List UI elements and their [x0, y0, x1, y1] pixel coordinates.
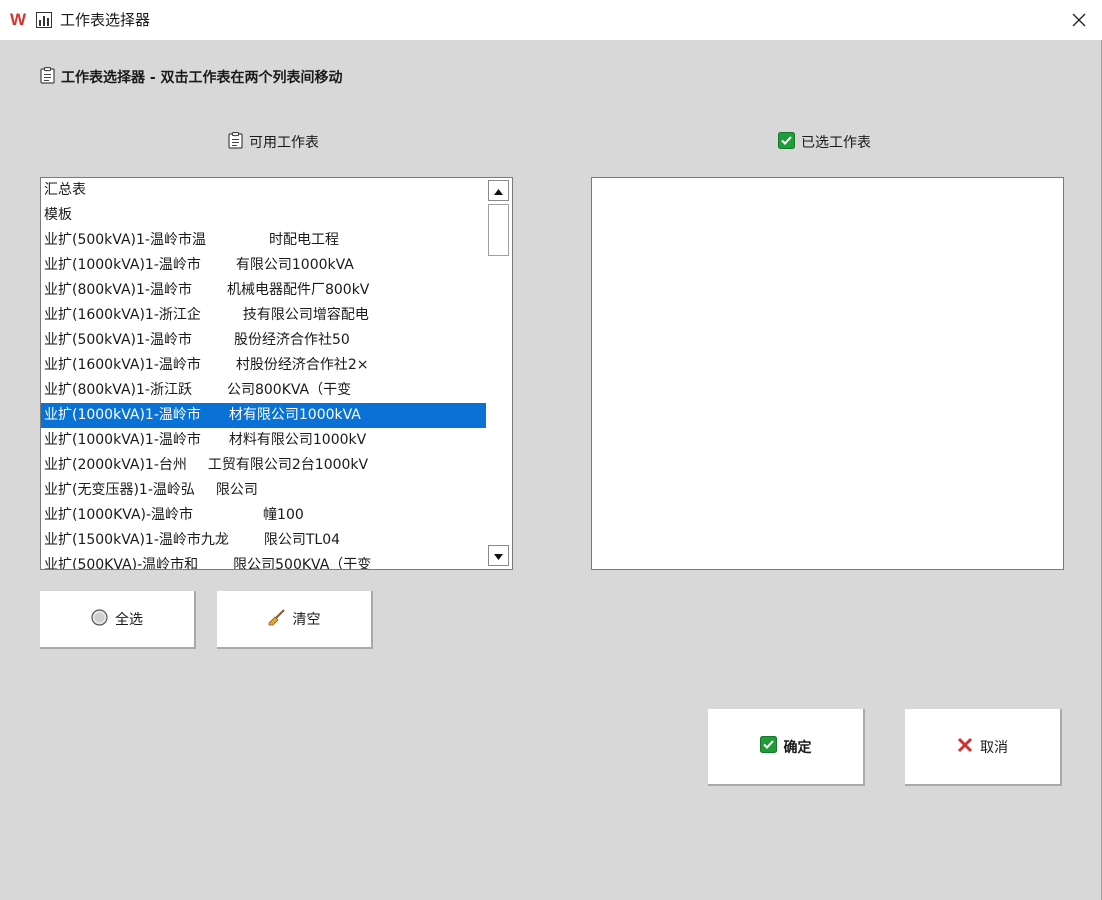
triangle-down-icon: [494, 548, 503, 564]
dialog-window: W 工作表选择器 工作表选择器 - 双击工作表在两个列表间移动 可用工作表 已选…: [0, 0, 1102, 900]
list-item[interactable]: 业扩(1000kVA)1-温岭市 材料有限公司1000kV: [41, 428, 486, 453]
triangle-up-icon: [494, 183, 503, 199]
scroll-up-button[interactable]: [488, 180, 509, 201]
broom-icon: [268, 608, 286, 630]
clear-button[interactable]: 清空: [217, 591, 373, 649]
cancel-button[interactable]: 取消: [905, 709, 1062, 786]
selected-sheets-list[interactable]: [591, 177, 1064, 570]
list-item[interactable]: 业扩(2000kVA)1-台州 工贸有限公司2台1000kV: [41, 453, 486, 478]
list-item[interactable]: 业扩(500kVA)1-温岭市温 时配电工程: [41, 228, 486, 253]
list-item[interactable]: 业扩(1000kVA)1-温岭市 有限公司1000kVA: [41, 253, 486, 278]
select-all-label: 全选: [115, 612, 143, 628]
available-list-label-text: 可用工作表: [249, 135, 319, 151]
list-item[interactable]: 业扩(800kVA)1-浙江跃 公司800KVA（干变: [41, 378, 486, 403]
clipboard-icon: [228, 131, 243, 153]
green-check-icon: [759, 736, 777, 757]
title-bar: W 工作表选择器: [0, 0, 1102, 40]
list-item[interactable]: 业扩(1600kVA)1-温岭市 村股份经济合作社2×: [41, 353, 486, 378]
close-icon[interactable]: [1056, 0, 1102, 40]
list-item[interactable]: 业扩(1000kVA)1-温岭市 材有限公司1000kVA: [41, 403, 486, 428]
list-item[interactable]: 业扩(800kVA)1-温岭市 机械电器配件厂800kV: [41, 278, 486, 303]
window-title: 工作表选择器: [60, 11, 151, 29]
available-sheets-list[interactable]: 汇总表 模板 业扩(500kVA)1-温岭市温 时配电工程 业扩(1000kVA)1-…: [40, 177, 513, 570]
list-item[interactable]: 业扩(1000KVA)-温岭市 幢100: [41, 503, 486, 528]
cancel-label: 取消: [980, 739, 1008, 756]
list-item[interactable]: 业扩(1600kVA)1-浙江企 技有限公司增容配电: [41, 303, 486, 328]
select-all-button[interactable]: 全选: [40, 591, 196, 649]
bar-chart-icon: [36, 12, 52, 28]
ok-label: 确定: [783, 739, 812, 756]
green-check-icon: [778, 131, 795, 153]
list-item[interactable]: 业扩(500KVA)-温岭市和 限公司500KVA（干变: [41, 553, 486, 569]
ok-button[interactable]: 确定: [708, 709, 865, 786]
available-sheets-items: 汇总表 模板 业扩(500kVA)1-温岭市温 时配电工程 业扩(1000kVA)1-…: [41, 178, 486, 569]
selected-list-label: 已选工作表: [778, 131, 871, 153]
list-item[interactable]: 业扩(无变压器)1-温岭弘 限公司: [41, 478, 486, 503]
list-item[interactable]: 业扩(1500kVA)1-温岭市九龙 限公司TL04: [41, 528, 486, 553]
clear-label: 清空: [292, 612, 321, 628]
red-x-icon: [957, 737, 973, 757]
dialog-instruction: 工作表选择器 - 双击工作表在两个列表间移动: [61, 70, 343, 86]
scroll-thumb[interactable]: [488, 204, 509, 256]
selected-list-label-text: 已选工作表: [801, 135, 871, 151]
available-list-scrollbar[interactable]: [486, 178, 512, 569]
list-item[interactable]: 模板: [41, 203, 486, 228]
clipboard-icon: [40, 66, 55, 88]
dialog-header: 工作表选择器 - 双击工作表在两个列表间移动: [40, 66, 343, 88]
list-item[interactable]: 业扩(500kVA)1-温岭市 股份经济合作社50: [41, 328, 486, 353]
radio-circle-icon: [91, 608, 108, 630]
wps-logo-icon: W: [10, 10, 27, 29]
available-list-label: 可用工作表: [228, 131, 319, 153]
list-item[interactable]: 汇总表: [41, 178, 486, 203]
scroll-down-button[interactable]: [488, 545, 509, 566]
